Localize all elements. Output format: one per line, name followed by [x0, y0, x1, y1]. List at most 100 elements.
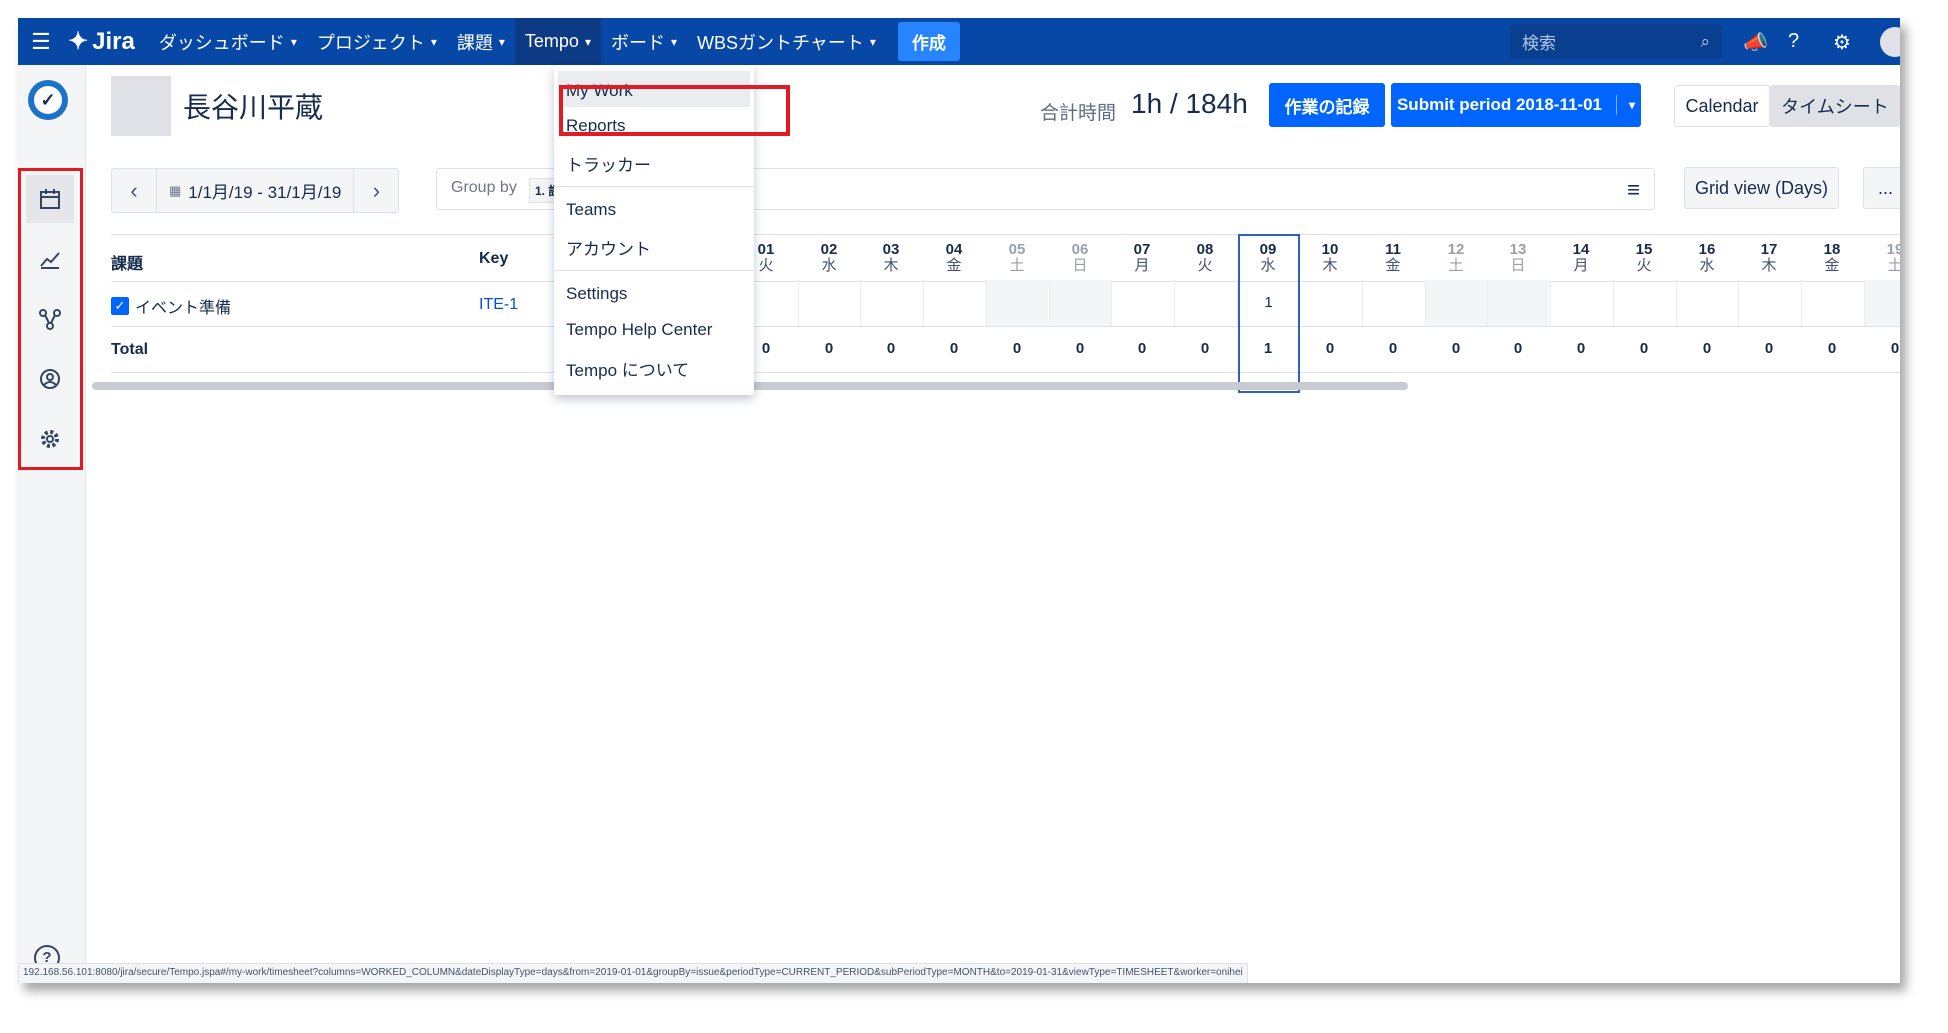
menu-divider [554, 270, 754, 271]
my-work-highlight-annotation [559, 85, 790, 136]
checkbox-checked-icon[interactable]: ✓ [111, 297, 129, 315]
worklog-cell[interactable] [1613, 280, 1675, 326]
day-header: 12 土 [1425, 242, 1487, 274]
day-header: 13 日 [1487, 242, 1549, 274]
day-number: 04 [945, 241, 963, 258]
worklog-cell[interactable] [986, 280, 1048, 326]
worklog-cell[interactable] [798, 280, 860, 326]
worklog-cell[interactable] [1111, 280, 1173, 326]
menu-item-about-tempo[interactable]: Tempo について [566, 356, 689, 381]
total-cell: 0 [1012, 340, 1022, 357]
nav-tempo[interactable]: Tempo ▾ [514, 18, 601, 65]
worklog-cell[interactable] [1864, 280, 1900, 326]
next-period-button[interactable]: › [354, 169, 398, 212]
settings-gear-icon[interactable]: ⚙ [1833, 30, 1851, 55]
total-cell: 0 [949, 340, 959, 357]
worklog-cell[interactable] [1550, 280, 1612, 326]
day-number: 07 [1133, 241, 1151, 258]
submit-period-button[interactable]: Submit period 2018-11-01 ▾ [1391, 83, 1641, 127]
menu-item-teams[interactable]: Teams [566, 200, 616, 220]
day-number: 06 [1071, 241, 1089, 258]
issue-key-link[interactable]: ITE-1 [479, 296, 518, 314]
total-cell: 1 [1263, 340, 1273, 357]
nav-dashboard[interactable]: ダッシュボード ▾ [149, 18, 307, 65]
day-header: 19 土 [1864, 242, 1900, 274]
total-cell: 0 [1200, 340, 1210, 357]
worker-name: 長谷川平蔵 [183, 92, 324, 123]
menu-item-accounts[interactable]: アカウント [566, 235, 651, 260]
day-number: 16 [1698, 241, 1716, 258]
day-header: 14 月 [1550, 242, 1612, 274]
day-weekday: 火 [1636, 257, 1652, 274]
day-weekday: 木 [1322, 257, 1338, 274]
date-range-picker[interactable]: ▦ 1/1月/19 - 31/1月/19 [156, 169, 355, 212]
worklog-cell[interactable] [1676, 280, 1738, 326]
day-number: 13 [1509, 241, 1527, 258]
total-cell: 0 [1702, 340, 1712, 357]
menu-item-settings[interactable]: Settings [566, 284, 627, 304]
jira-logo[interactable]: ✦ Jira [64, 18, 149, 65]
worklog-cell[interactable] [923, 280, 985, 326]
status-bar-url: 192.168.56.101:8080/jira/secure/Tempo.js… [18, 963, 1248, 983]
total-row-label: Total [111, 341, 149, 358]
worklog-cell[interactable] [1362, 280, 1424, 326]
worklog-cell[interactable] [1049, 280, 1111, 326]
nav-boards[interactable]: ボード ▾ [601, 18, 687, 65]
worklog-cell[interactable] [1738, 280, 1800, 326]
worklog-cell[interactable] [1487, 280, 1549, 326]
day-header: 06 日 [1049, 242, 1111, 274]
menu-item-help-center[interactable]: Tempo Help Center [566, 320, 712, 340]
nav-projects[interactable]: プロジェクト ▾ [307, 18, 447, 65]
worklog-cell[interactable] [1801, 280, 1863, 326]
app-window: ☰ ✦ Jira ダッシュボード ▾ プロジェクト ▾ 課題 ▾ Tempo ▾ ボード ▾… [18, 18, 1900, 983]
timesheet-view-button[interactable]: タイムシート [1770, 85, 1900, 127]
day-header: 07 月 [1111, 242, 1173, 274]
day-weekday: 水 [1699, 257, 1715, 274]
create-button[interactable]: 作成 [897, 22, 960, 61]
worklog-cell[interactable]: 1 [1237, 280, 1299, 326]
day-number: 05 [1008, 241, 1026, 258]
day-weekday: 金 [946, 257, 962, 274]
issue-cell: ✓ イベント準備 [111, 294, 231, 318]
grid-view-button[interactable]: Grid view (Days) [1684, 167, 1839, 209]
previous-period-button[interactable]: ‹ [112, 169, 156, 212]
calendar-view-button[interactable]: Calendar [1674, 85, 1770, 127]
day-weekday: 日 [1510, 257, 1526, 274]
notifications-icon[interactable]: 📣 [1743, 30, 1768, 55]
calendar-icon: ▦ [169, 182, 182, 198]
user-avatar-icon[interactable] [1880, 27, 1900, 57]
day-weekday: 火 [1197, 257, 1213, 274]
day-weekday: 水 [1260, 257, 1276, 274]
nav-wbs-gantt[interactable]: WBSガントチャート ▾ [687, 18, 886, 65]
chevron-down-icon[interactable]: ▾ [1617, 98, 1635, 112]
total-cell: 0 [886, 340, 896, 357]
day-weekday: 土 [1009, 257, 1025, 274]
menu-lines-icon[interactable]: ≡ [1627, 177, 1640, 203]
column-issue-header[interactable]: 課題 [111, 250, 143, 274]
day-weekday: 金 [1824, 257, 1840, 274]
worklog-cell[interactable] [1425, 280, 1487, 326]
log-work-button[interactable]: 作業の記録 [1269, 83, 1385, 127]
worklog-cell[interactable] [1174, 280, 1236, 326]
day-number: 18 [1823, 241, 1841, 258]
nav-issues[interactable]: 課題 ▾ [447, 18, 515, 65]
day-number: 10 [1321, 241, 1339, 258]
app-switcher-icon[interactable]: ☰ [18, 18, 64, 65]
menu-item-tracker[interactable]: トラッカー [566, 151, 651, 176]
day-weekday: 土 [1887, 257, 1900, 274]
worklog-cell[interactable] [1299, 280, 1361, 326]
column-key-header[interactable]: Key [479, 250, 508, 268]
help-icon[interactable]: ? [1788, 30, 1799, 53]
worklog-cell[interactable] [860, 280, 922, 326]
total-cell: 0 [1576, 340, 1586, 357]
more-options-button[interactable]: ... [1863, 167, 1900, 209]
day-header: 16 水 [1676, 242, 1738, 274]
total-cell: 0 [1513, 340, 1523, 357]
day-header: 03 木 [860, 242, 922, 274]
day-header: 17 木 [1738, 242, 1800, 274]
day-header: 05 土 [986, 242, 1048, 274]
issue-summary[interactable]: イベント準備 [135, 294, 231, 318]
tempo-logo-icon[interactable]: ✓ [28, 80, 68, 120]
search-input[interactable]: 検索 ⌕ [1510, 24, 1722, 59]
day-weekday: 木 [883, 257, 899, 274]
